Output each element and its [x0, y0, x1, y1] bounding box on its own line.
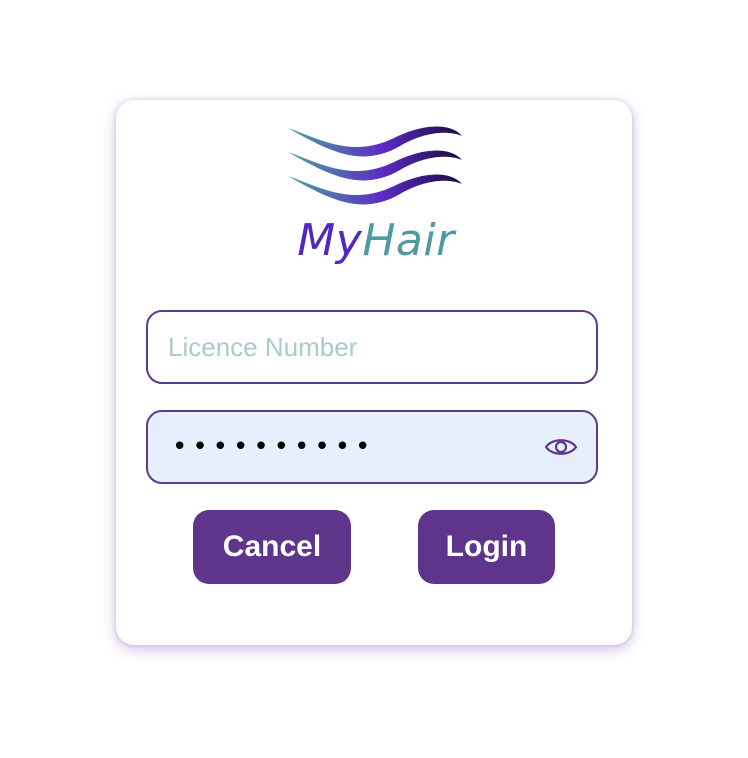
licence-number-field	[146, 310, 598, 384]
logo-text-my: My	[297, 215, 363, 266]
licence-number-input[interactable]	[168, 312, 528, 382]
logo-wordmark: MyHair	[276, 216, 476, 266]
eye-icon[interactable]	[544, 434, 578, 460]
password-input[interactable]: ••••••••••	[172, 412, 375, 482]
login-button[interactable]: Login	[418, 510, 555, 584]
myhair-logo: MyHair	[276, 114, 476, 274]
logo-text-hair: Hair	[362, 215, 455, 266]
password-field: ••••••••••	[146, 410, 598, 484]
login-card: MyHair •••••••••• Cancel Login	[116, 100, 632, 645]
hair-waves-icon	[288, 126, 462, 205]
cancel-button[interactable]: Cancel	[193, 510, 351, 584]
